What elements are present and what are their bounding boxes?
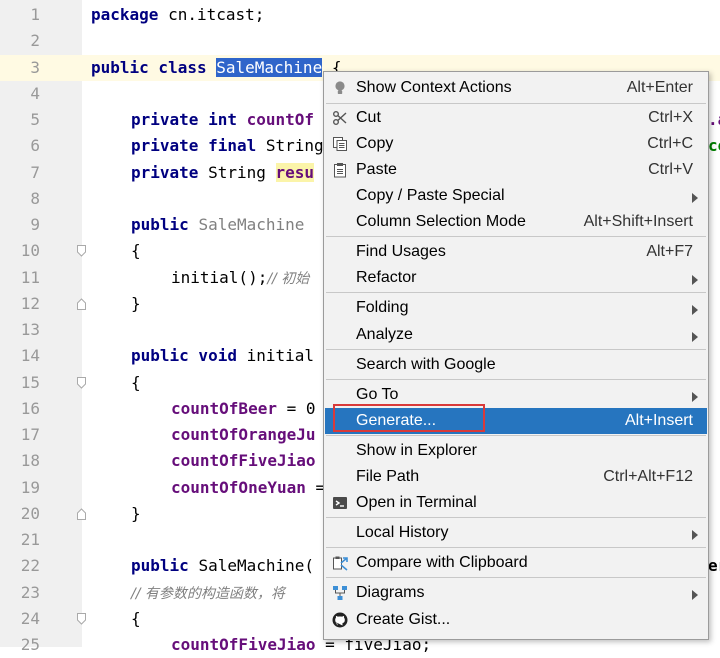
paste-icon <box>334 163 346 178</box>
line-number: 16 <box>20 399 40 418</box>
menu-item-analyze[interactable]: Analyze <box>325 322 707 348</box>
line-number: 8 <box>30 189 40 208</box>
line-number: 3 <box>30 58 40 77</box>
line-number: 12 <box>20 294 40 313</box>
code-line: } <box>131 294 141 313</box>
fold-marker-icon[interactable] <box>77 245 86 257</box>
compare-clipboard-icon <box>333 556 348 571</box>
code-line: countOfOneYuan = <box>171 478 326 497</box>
submenu-arrow-icon <box>692 275 698 285</box>
menu-item-diagrams[interactable]: Diagrams <box>325 580 707 606</box>
diagrams-icon <box>333 586 347 600</box>
menu-item-paste[interactable]: Paste Ctrl+V <box>325 157 707 183</box>
code-line: private int countOf <box>131 110 315 129</box>
menu-item-column-selection-mode[interactable]: Column Selection Mode Alt+Shift+Insert <box>325 209 707 235</box>
code-line: private final String <box>131 136 324 155</box>
lightbulb-icon <box>335 81 345 94</box>
menu-item-show-context-actions[interactable]: Show Context Actions Alt+Enter <box>325 75 707 101</box>
code-overflow-text: ce <box>708 136 720 155</box>
line-number: 13 <box>20 320 40 339</box>
line-number: 19 <box>20 478 40 497</box>
code-overflow-text: er <box>708 556 720 575</box>
code-line: { <box>131 609 141 628</box>
fold-marker-icon[interactable] <box>77 508 86 520</box>
editor-context-menu: Show Context Actions Alt+Enter Cut Ctrl+… <box>323 71 709 640</box>
fold-marker-icon[interactable] <box>77 613 86 625</box>
menu-item-cut[interactable]: Cut Ctrl+X <box>325 105 707 131</box>
code-line: { <box>131 373 141 392</box>
menu-item-local-history[interactable]: Local History <box>325 520 707 546</box>
line-number: 7 <box>30 163 40 182</box>
line-number: 25 <box>20 635 40 654</box>
code-line: } <box>131 504 141 523</box>
code-overflow-text: .a <box>708 110 720 129</box>
line-number: 20 <box>20 504 40 523</box>
submenu-arrow-icon <box>692 193 698 203</box>
submenu-arrow-icon <box>692 530 698 540</box>
menu-item-create-gist[interactable]: Create Gist... <box>325 607 707 633</box>
scissors-icon <box>333 111 347 125</box>
fold-marker-icon[interactable] <box>77 298 86 310</box>
selected-text: SaleMachine <box>216 58 323 77</box>
line-number: 21 <box>20 530 40 549</box>
menu-item-copy-paste-special[interactable]: Copy / Paste Special <box>325 183 707 209</box>
code-line: countOfOrangeJu <box>171 425 316 444</box>
submenu-arrow-icon <box>692 392 698 402</box>
code-line: public void initial <box>131 346 315 365</box>
line-number: 14 <box>20 346 40 365</box>
menu-item-show-in-explorer[interactable]: Show in Explorer <box>325 438 707 464</box>
line-number: 5 <box>30 110 40 129</box>
line-number: 17 <box>20 425 40 444</box>
github-icon <box>332 612 348 628</box>
code-line: public class SaleMachine { <box>91 58 342 77</box>
code-line: public SaleMachine( <box>131 556 315 575</box>
code-line: // 有参数的构造函数，将 <box>131 586 285 602</box>
menu-item-file-path[interactable]: File Path Ctrl+Alt+F12 <box>325 464 707 490</box>
copy-icon <box>333 137 347 151</box>
menu-item-folding[interactable]: Folding <box>325 295 707 321</box>
code-line: countOfFiveJiao <box>171 451 316 470</box>
line-number: 15 <box>20 373 40 392</box>
line-number: 9 <box>30 215 40 234</box>
line-number: 2 <box>30 31 40 50</box>
menu-item-find-usages[interactable]: Find Usages Alt+F7 <box>325 239 707 265</box>
code-line: initial();// 初始 <box>171 268 310 287</box>
code-line: countOfBeer = 0 <box>171 399 316 418</box>
menu-item-search-with-google[interactable]: Search with Google <box>325 352 707 378</box>
code-line: private String resu <box>131 163 315 182</box>
line-number: 24 <box>20 609 40 628</box>
menu-item-open-in-terminal[interactable]: Open in Terminal <box>325 490 707 516</box>
menu-item-compare-with-clipboard[interactable]: Compare with Clipboard <box>325 550 707 576</box>
line-number: 6 <box>30 136 40 155</box>
line-number: 10 <box>20 241 40 260</box>
highlight-annotation-box <box>333 404 485 432</box>
line-number: 1 <box>30 5 40 24</box>
terminal-icon <box>333 497 347 509</box>
line-number: 11 <box>20 268 40 287</box>
submenu-arrow-icon <box>692 332 698 342</box>
line-number: 22 <box>20 556 40 575</box>
code-line: { <box>131 241 141 260</box>
submenu-arrow-icon <box>692 590 698 600</box>
line-number: 23 <box>20 583 40 602</box>
submenu-arrow-icon <box>692 305 698 315</box>
code-line: package cn.itcast; <box>91 5 265 24</box>
code-line: public SaleMachine <box>131 215 305 234</box>
line-number: 18 <box>20 451 40 470</box>
menu-item-copy[interactable]: Copy Ctrl+C <box>325 131 707 157</box>
fold-marker-icon[interactable] <box>77 377 86 389</box>
menu-item-refactor[interactable]: Refactor <box>325 265 707 291</box>
line-number: 4 <box>30 84 40 103</box>
